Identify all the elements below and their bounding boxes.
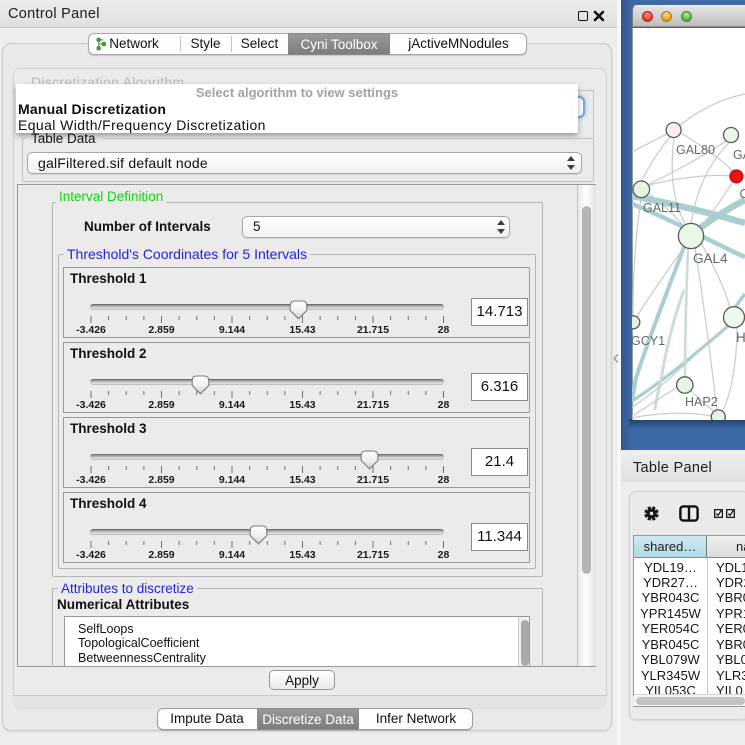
svg-text:HAP2: HAP2	[685, 395, 718, 409]
svg-text:H: H	[736, 330, 745, 345]
svg-text:C: C	[740, 187, 745, 201]
svg-text:GAL4: GAL4	[693, 251, 728, 266]
svg-text:GAL11: GAL11	[643, 201, 681, 215]
svg-text:GA: GA	[733, 148, 745, 162]
svg-text:GAL80: GAL80	[676, 143, 715, 157]
svg-text:GCY1: GCY1	[632, 334, 665, 348]
